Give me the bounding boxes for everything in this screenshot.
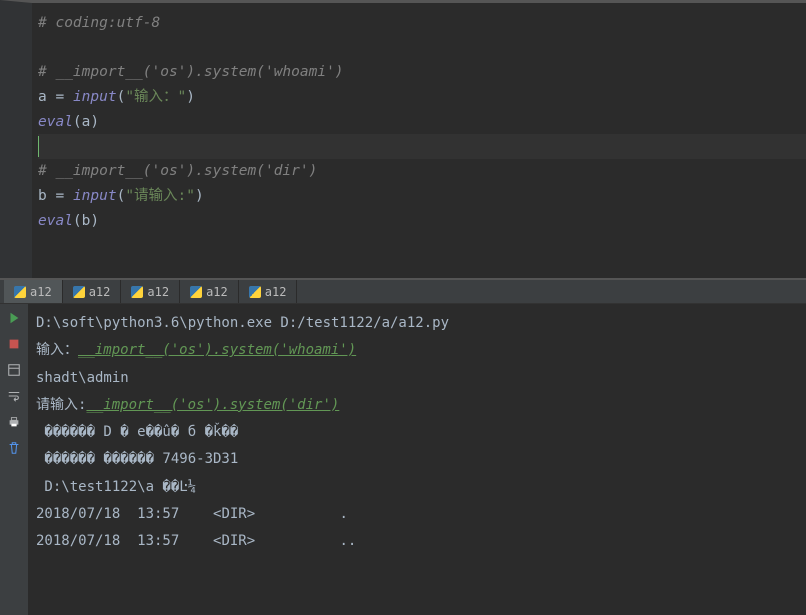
trash-button[interactable]	[3, 437, 25, 459]
stop-icon	[7, 337, 21, 351]
layout-icon	[7, 363, 21, 377]
tab-a12[interactable]: a12	[180, 280, 239, 303]
builtin-fn: input	[73, 188, 117, 204]
tab-a12[interactable]: a12	[239, 280, 298, 303]
tool-sidebar	[0, 304, 28, 615]
console-output[interactable]: D:\soft\python3.6\python.exe D:/test1122…	[28, 304, 806, 615]
print-icon	[7, 415, 21, 429]
whoami-output: shadt\admin	[36, 365, 798, 392]
user-input: __import__('os').system('whoami')	[78, 342, 356, 358]
python-icon	[73, 286, 85, 298]
prompt-label: 输入：	[36, 342, 78, 358]
tab-a12[interactable]: a12	[63, 280, 122, 303]
string-literal: "输入："	[125, 89, 186, 105]
console-panel: D:\soft\python3.6\python.exe D:/test1122…	[0, 304, 806, 615]
code-editor[interactable]: # coding:utf-8 # __import__('os').system…	[0, 0, 806, 278]
trash-icon	[7, 441, 21, 455]
print-button[interactable]	[3, 411, 25, 433]
code-content: # coding:utf-8 # __import__('os').system…	[32, 11, 806, 258]
string-literal: "请输入:"	[125, 188, 195, 204]
run-tabs: a12 a12 a12 a12 a12	[0, 280, 806, 304]
tab-label: a12	[206, 285, 228, 299]
dir-entry: <DIR> ..	[179, 533, 356, 549]
command-line: D:\soft\python3.6\python.exe D:/test1122…	[36, 310, 798, 337]
variable: b	[38, 188, 47, 204]
dir-entry: <DIR> .	[179, 506, 348, 522]
comment: # __import__('os').system('dir')	[38, 163, 317, 179]
tab-a12[interactable]: a12	[4, 280, 63, 303]
dir-output: ������ ������ 7496-3D31	[36, 446, 798, 473]
python-icon	[249, 286, 261, 298]
tab-label: a12	[265, 285, 287, 299]
python-icon	[14, 286, 26, 298]
variable: a	[38, 89, 47, 105]
user-input: __import__('os').system('dir')	[86, 397, 339, 413]
play-icon	[7, 311, 21, 325]
builtin-fn: eval	[38, 114, 73, 130]
rerun-button[interactable]	[3, 307, 25, 329]
builtin-fn: eval	[38, 213, 73, 229]
builtin-fn: input	[73, 89, 117, 105]
tab-label: a12	[89, 285, 111, 299]
comment: # coding:utf-8	[38, 15, 160, 31]
tab-a12[interactable]: a12	[121, 280, 180, 303]
tab-label: a12	[30, 285, 52, 299]
python-icon	[190, 286, 202, 298]
dir-entry-date: 2018/07/18 13:57	[36, 506, 179, 522]
tab-label: a12	[147, 285, 169, 299]
dir-path: D:\test1122\a ��Ŀ¼	[36, 474, 798, 501]
dir-entry-date: 2018/07/18 13:57	[36, 533, 179, 549]
wrap-icon	[7, 389, 21, 403]
stop-button[interactable]	[3, 333, 25, 355]
cursor-line	[38, 134, 806, 159]
comment: # __import__('os').system('whoami')	[38, 64, 344, 80]
dir-output: ������ D � e��û� б �ǩ��	[36, 419, 798, 446]
prompt-label: 请输入:	[36, 397, 86, 413]
python-icon	[131, 286, 143, 298]
soft-wrap-button[interactable]	[3, 385, 25, 407]
layout-button[interactable]	[3, 359, 25, 381]
